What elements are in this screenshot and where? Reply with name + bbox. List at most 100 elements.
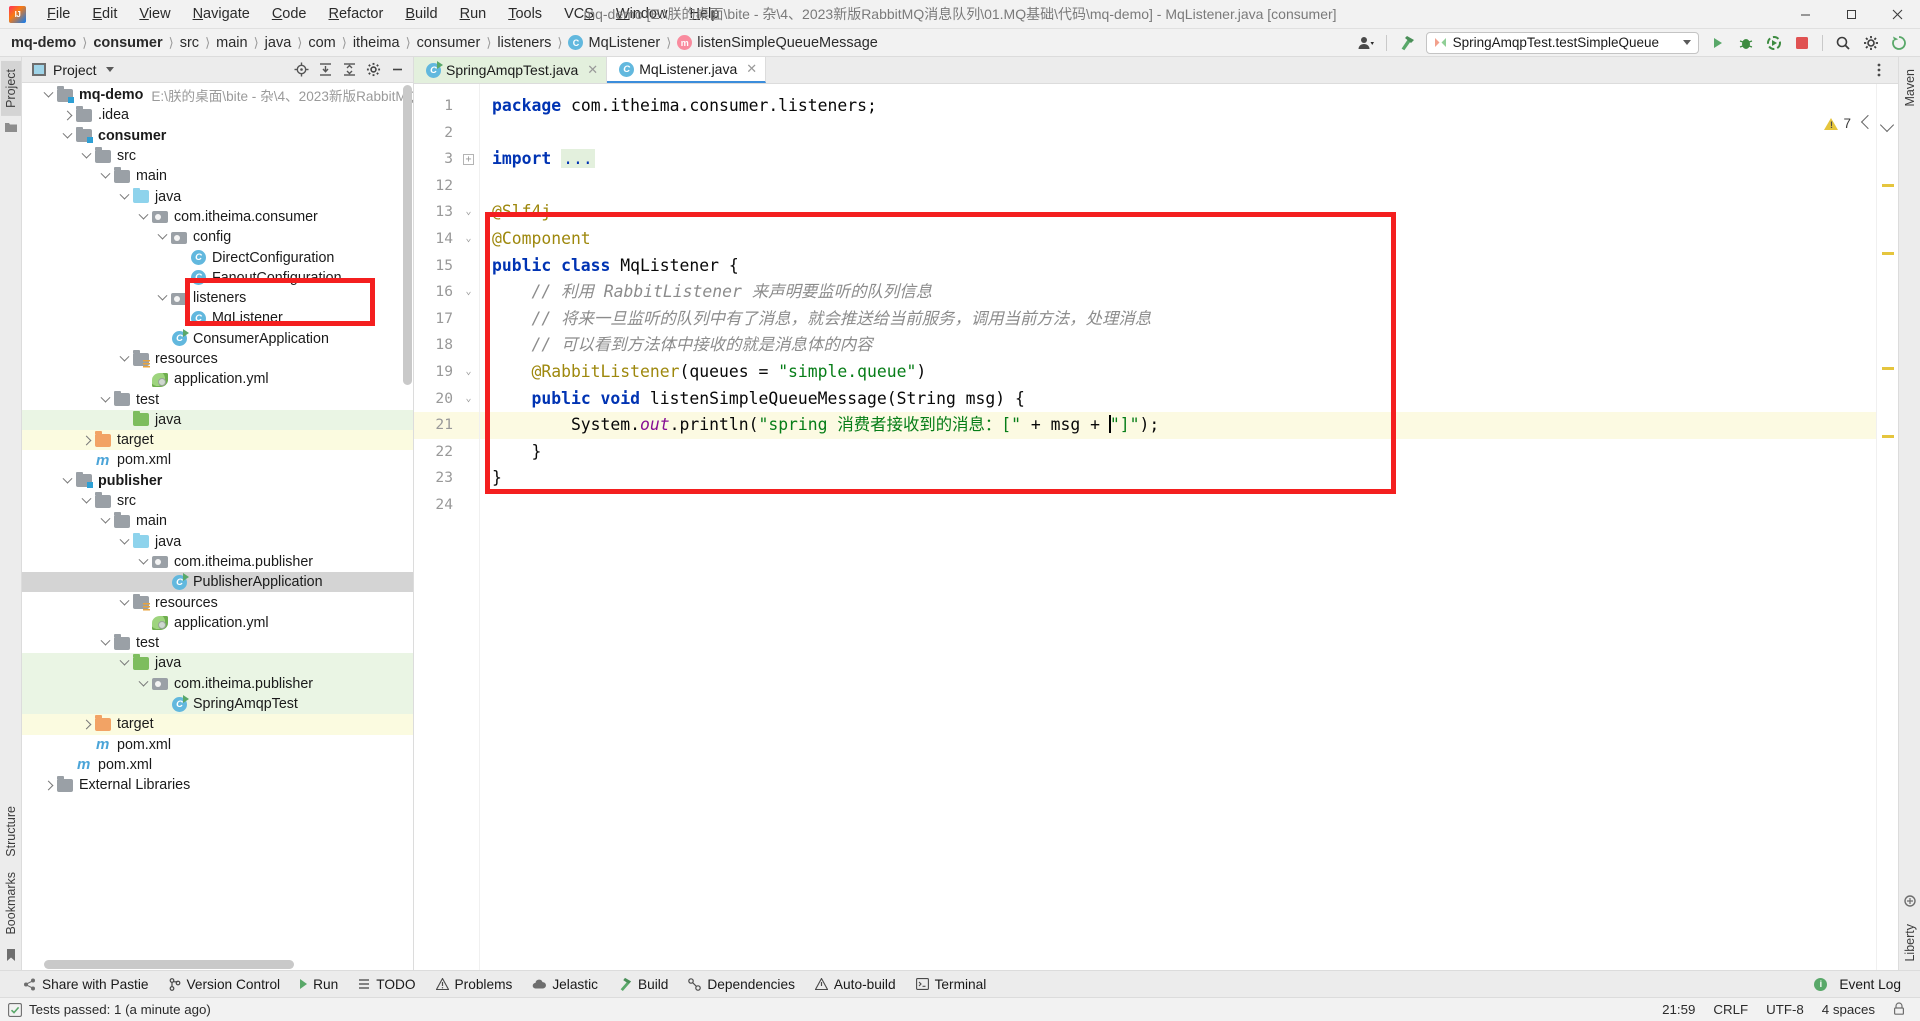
- menu-window[interactable]: Window: [605, 3, 679, 25]
- tree-node-target[interactable]: target: [22, 430, 413, 451]
- fold-collapse-icon[interactable]: ⌄: [463, 287, 474, 298]
- close-icon[interactable]: ✕: [587, 62, 598, 78]
- breadcrumb-item-method[interactable]: m listenSimpleQueueMessage: [674, 34, 881, 52]
- code-line[interactable]: package com.itheima.consumer.listeners;: [480, 93, 1876, 120]
- sidebar-item-liberty[interactable]: Liberty: [1900, 916, 1920, 970]
- code-content[interactable]: package com.itheima.consumer.listeners; i…: [480, 84, 1876, 970]
- sidebar-item-maven[interactable]: Maven: [1900, 61, 1920, 115]
- hammer-icon[interactable]: [1394, 31, 1420, 55]
- tree-node-directconfiguration[interactable]: C DirectConfiguration: [22, 247, 413, 267]
- breadcrumb-item-consumer[interactable]: consumer: [90, 34, 165, 52]
- tree-node-external-libraries[interactable]: External Libraries: [22, 775, 413, 795]
- chevron-down-icon[interactable]: [78, 493, 95, 509]
- more-options-icon[interactable]: [1866, 58, 1892, 82]
- updates-icon[interactable]: [1886, 31, 1912, 55]
- menu-tools[interactable]: Tools: [497, 3, 553, 25]
- chevron-down-icon[interactable]: [1879, 117, 1895, 133]
- chevron-up-icon[interactable]: [1860, 114, 1876, 130]
- user-icon[interactable]: [1353, 31, 1379, 55]
- close-button[interactable]: [1874, 0, 1920, 29]
- status-encoding[interactable]: UTF-8: [1757, 1002, 1813, 1017]
- tree-node-com-itheima-publisher[interactable]: com.itheima.publisher: [22, 552, 413, 572]
- code-line[interactable]: @Slf4j: [480, 199, 1876, 226]
- tree-node-main[interactable]: main: [22, 511, 413, 531]
- code-line[interactable]: // 利用 RabbitListener 来声明要监听的队列信息: [480, 279, 1876, 306]
- tree-node-springamqptest[interactable]: C SpringAmqpTest: [22, 693, 413, 715]
- breadcrumb-item-java[interactable]: java: [262, 34, 295, 52]
- code-line[interactable]: public void listenSimpleQueueMessage(Str…: [480, 386, 1876, 413]
- tree-node-application-yml[interactable]: application.yml: [22, 613, 413, 633]
- tree-node-consumer[interactable]: consumer: [22, 126, 413, 146]
- tree-vertical-scrollbar[interactable]: [403, 85, 412, 385]
- menu-navigate[interactable]: Navigate: [182, 3, 261, 25]
- tree-node-listeners[interactable]: listeners: [22, 288, 413, 308]
- tree-node-test[interactable]: test: [22, 389, 413, 409]
- breadcrumb-item-itheima[interactable]: itheima: [350, 34, 403, 52]
- menu-build[interactable]: Build: [394, 3, 448, 25]
- minimize-button[interactable]: [1782, 0, 1828, 29]
- collapse-all-icon[interactable]: [338, 59, 361, 81]
- bottom-item-auto-build[interactable]: Auto-build: [806, 974, 905, 995]
- bottom-item-todo[interactable]: TODO: [349, 974, 424, 995]
- chevron-down-icon[interactable]: [116, 595, 133, 611]
- menu-file[interactable]: File: [36, 3, 81, 25]
- gear-icon[interactable]: [362, 59, 385, 81]
- tree-node-java[interactable]: java: [22, 186, 413, 206]
- bottom-item-event-log[interactable]: i Event Log: [1805, 974, 1910, 995]
- tree-node-test[interactable]: test: [22, 633, 413, 653]
- code-line[interactable]: @RabbitListener(queues = "simple.queue"): [480, 359, 1876, 386]
- tree-node-pom-xml[interactable]: m pom.xml: [22, 735, 413, 755]
- chevron-down-icon[interactable]: [135, 554, 152, 570]
- fold-collapse-icon[interactable]: ⌄: [463, 207, 474, 218]
- inspection-widget[interactable]: 7: [1824, 114, 1895, 133]
- expand-all-icon[interactable]: [314, 59, 337, 81]
- tree-node-resources[interactable]: resources: [22, 592, 413, 612]
- chevron-down-icon[interactable]: [116, 351, 133, 367]
- stop-icon[interactable]: [1789, 31, 1815, 55]
- breadcrumb-item-src[interactable]: src: [177, 34, 202, 52]
- code-line[interactable]: // 将来一旦监听的队列中有了消息，就会推送给当前服务，调用当前方法，处理消息: [480, 306, 1876, 333]
- tab-springamqptest[interactable]: C SpringAmqpTest.java ✕: [414, 57, 608, 83]
- chevron-right-icon[interactable]: [78, 432, 95, 448]
- tree-node-resources[interactable]: resources: [22, 349, 413, 369]
- chevron-down-icon[interactable]: [116, 655, 133, 671]
- tree-node-publisherapplication[interactable]: C PublisherApplication: [22, 572, 413, 593]
- code-line[interactable]: [480, 120, 1876, 147]
- tree-node-config[interactable]: config: [22, 227, 413, 247]
- tree-node-pom-xml[interactable]: m pom.xml: [22, 450, 413, 470]
- close-icon[interactable]: ✕: [746, 61, 757, 77]
- tree-node-com-itheima-publisher[interactable]: com.itheima.publisher: [22, 673, 413, 694]
- menu-run[interactable]: Run: [449, 3, 498, 25]
- chevron-down-icon[interactable]: [97, 168, 114, 184]
- code-line[interactable]: @Component: [480, 226, 1876, 253]
- code-line[interactable]: // 可以看到方法体中接收的就是消息体的内容: [480, 332, 1876, 359]
- warning-stripe[interactable]: [1882, 435, 1894, 438]
- tree-node-main[interactable]: main: [22, 166, 413, 186]
- chevron-down-icon[interactable]: [154, 229, 171, 245]
- tree-node-application-yml[interactable]: application.yml: [22, 369, 413, 389]
- tree-node-pom-xml[interactable]: m pom.xml: [22, 755, 413, 775]
- tree-node-java[interactable]: java: [22, 409, 413, 431]
- bottom-item-terminal[interactable]: Terminal: [907, 974, 996, 995]
- warning-stripe[interactable]: [1882, 252, 1894, 255]
- chevron-down-icon[interactable]: [97, 635, 114, 651]
- run-configuration-selector[interactable]: SpringAmqpTest.testSimpleQueue: [1425, 31, 1699, 54]
- code-line[interactable]: import ...: [480, 146, 1876, 173]
- fold-collapse-icon[interactable]: ⌄: [463, 366, 474, 378]
- tree-node-com-itheima-consumer[interactable]: com.itheima.consumer: [22, 207, 413, 227]
- chevron-down-icon[interactable]: [154, 290, 171, 306]
- tab-mqlistener[interactable]: C MqListener.java ✕: [607, 57, 767, 83]
- maximize-button[interactable]: [1828, 0, 1874, 29]
- code-line[interactable]: [480, 492, 1876, 519]
- menu-vcs[interactable]: VCS: [553, 3, 605, 25]
- bottom-item-dependencies[interactable]: Dependencies: [679, 974, 804, 995]
- warning-stripe[interactable]: [1882, 184, 1894, 187]
- bookmark-icon[interactable]: [6, 949, 16, 964]
- gear-icon[interactable]: [1858, 31, 1884, 55]
- warning-stripe[interactable]: [1882, 367, 1894, 370]
- chevron-down-icon[interactable]: [59, 128, 76, 144]
- tree-node-src[interactable]: src: [22, 146, 413, 166]
- breadcrumb-item-main[interactable]: main: [213, 34, 250, 52]
- breadcrumb-item-mq-demo[interactable]: mq-demo: [8, 34, 79, 52]
- bottom-item-share-with-pastie[interactable]: Share with Pastie: [14, 974, 158, 995]
